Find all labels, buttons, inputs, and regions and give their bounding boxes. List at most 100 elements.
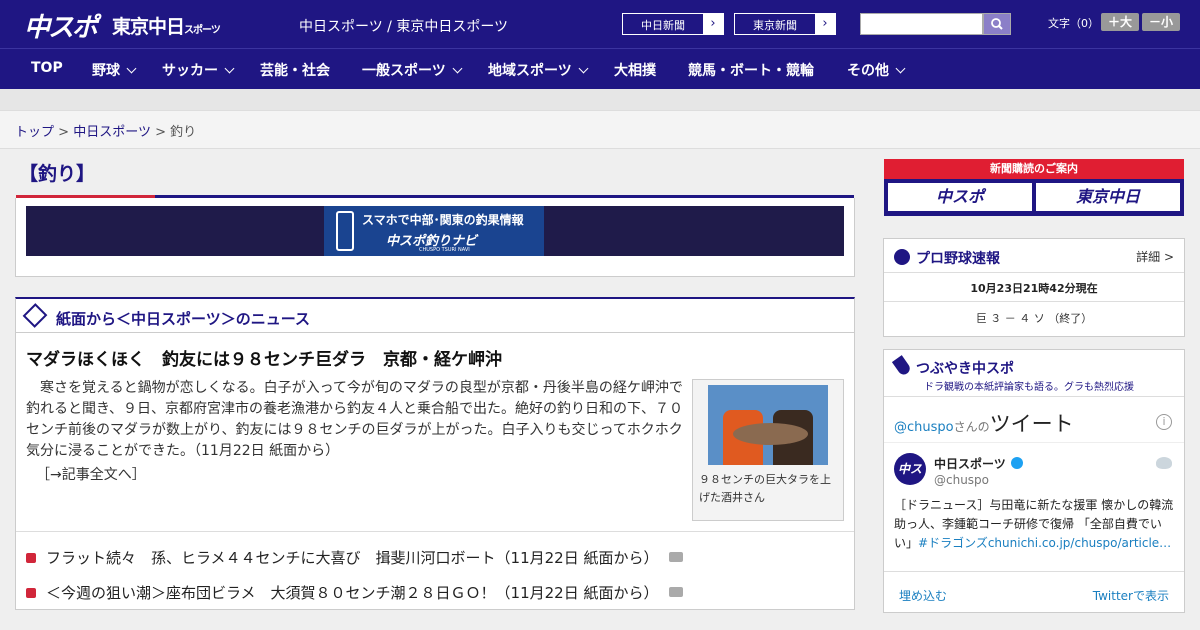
info-icon[interactable]: i (1156, 414, 1172, 430)
nav-top[interactable]: TOP (31, 60, 63, 76)
photo-fish (733, 423, 808, 445)
nav-other[interactable]: その他 (847, 60, 906, 80)
tokyo-logo-text: 東京中日 (112, 16, 185, 38)
nav-label: TOP (31, 60, 63, 76)
breadcrumb: トップ > 中日スポーツ > 釣り (0, 111, 1200, 149)
newspaper-icon (22, 303, 48, 328)
chevron-down-icon (452, 63, 463, 74)
nav-label: 大相撲 (614, 63, 656, 79)
pen-icon (891, 355, 913, 377)
chevron-down-icon (895, 63, 906, 74)
font-decrease-button[interactable]: －小 (1142, 13, 1180, 31)
baseball-icon (894, 249, 910, 265)
chevron-down-icon (224, 63, 235, 74)
twitter-bird-icon[interactable] (1156, 457, 1172, 469)
bullet-icon (26, 553, 36, 563)
site-title[interactable]: 中日スポーツ / 東京中日スポーツ (299, 16, 508, 36)
nav-label: 競馬・ボート・競輪 (688, 63, 814, 79)
baseball-scores-box: プロ野球速報 詳細 > 10月23日21時42分現在 巨 ３ － ４ ソ （終了… (883, 238, 1185, 337)
subscribe-tokyo-button[interactable]: 東京中日 (1036, 183, 1180, 211)
banner-line1: スマホで中部･関東の釣果情報 (362, 213, 524, 227)
nav-label: 地域スポーツ (488, 63, 572, 79)
tweet-hashtag-link[interactable]: #ドラゴンズchunichi.co.jp/chuspo/article… (918, 536, 1171, 550)
news-list-text: フラット続々 孫、ヒラメ４４センチに大喜び 揖斐川河口ボート（11月22日 紙面… (46, 549, 659, 567)
search-icon (991, 18, 1003, 30)
tweet-author-id[interactable]: @chuspo (934, 473, 989, 487)
breadcrumb-separator: > (155, 125, 166, 140)
twitter-box: つぶやき中スポ ドラ観戦の本紙評論家も語る。グラも熱烈応援 @chuspoさんの… (883, 349, 1185, 613)
camera-icon (668, 587, 683, 597)
nav-regional-sports[interactable]: 地域スポーツ (488, 60, 589, 80)
tokyo-chunichi-logo[interactable]: 東京中日スポーツ (112, 12, 221, 39)
tsuri-navi-banner[interactable]: スマホで中部･関東の釣果情報 中スポ釣りナビ CHUSPO TSURI NAVI (26, 206, 844, 256)
nav-general-sports[interactable]: 一般スポーツ (362, 60, 463, 80)
baseball-detail-link[interactable]: 詳細 > (1136, 248, 1174, 265)
breadcrumb-section[interactable]: 中日スポーツ (73, 125, 151, 140)
ext-link-label: 中日新聞 (641, 19, 685, 32)
search-input[interactable] (860, 13, 983, 35)
tweet-author-name[interactable]: 中日スポーツ (934, 455, 1023, 472)
title-backdrop (15, 159, 855, 198)
baseball-timestamp: 10月23日21時42分現在 (970, 282, 1098, 295)
timeline-header: @chuspoさんのツイート (894, 408, 1074, 438)
chevron-down-icon (578, 63, 589, 74)
main-nav: TOP 野球 サッカー 芸能・社会 一般スポーツ 地域スポーツ 大相撲 競馬・ボ… (0, 48, 1200, 89)
nav-spacer (0, 89, 1200, 111)
read-more-link[interactable]: ［→記事全文へ］ (36, 464, 146, 484)
news-list-item[interactable]: ＜今週の狙い潮＞座布団ビラメ 大須賀８０センチ潮２８日ＧＯ！（11月22日 紙面… (26, 582, 683, 603)
smartphone-icon (336, 211, 354, 251)
subscription-banner[interactable]: 新聞購読のご案内 中スポ 東京中日 (884, 159, 1184, 216)
page-title-box: 【釣り】 スマホで中部･関東の釣果情報 中スポ釣りナビ CHUSPO TSURI… (15, 159, 855, 277)
divider (884, 571, 1184, 572)
view-on-twitter-link[interactable]: Twitterで表示 (1093, 587, 1169, 604)
subscribe-chuspo-button[interactable]: 中スポ (888, 183, 1032, 211)
article-photo-box[interactable]: ９８センチの巨大タラを上げた酒井さん (692, 379, 844, 521)
breadcrumb-separator: > (58, 125, 70, 140)
timeline-title: ツイート (989, 412, 1074, 436)
divider (884, 442, 1184, 443)
nav-entertainment[interactable]: 芸能・社会 (260, 60, 330, 80)
divider (16, 531, 854, 532)
banner-line3: CHUSPO TSURI NAVI (419, 247, 470, 253)
divider (884, 272, 1184, 273)
embed-link[interactable]: 埋め込む (899, 587, 947, 604)
baseball-score[interactable]: 巨 ３ － ４ ソ （終了） (884, 310, 1184, 326)
verified-badge-icon (1010, 457, 1023, 469)
nav-sumo[interactable]: 大相撲 (614, 60, 656, 80)
bullet-icon (26, 588, 36, 598)
title-underline-accent (16, 195, 155, 198)
nav-soccer[interactable]: サッカー (162, 60, 235, 80)
nav-label: その他 (847, 63, 889, 79)
font-size-label: 文字（0） (1048, 17, 1099, 30)
news-list-item[interactable]: フラット続々 孫、ヒラメ４４センチに大喜び 揖斐川河口ボート（11月22日 紙面… (26, 547, 683, 568)
nav-baseball[interactable]: 野球 (92, 60, 137, 80)
site-header: 中スポ 東京中日スポーツ 中日スポーツ / 東京中日スポーツ 中日新聞 › 東京… (0, 0, 1200, 48)
news-box: 紙面から＜中日スポーツ＞のニュース マダラほくほく 釣友には９８センチ巨ダラ 京… (15, 297, 855, 610)
chevron-down-icon (126, 63, 137, 74)
twitter-box-title: つぶやき中スポ (916, 361, 1014, 377)
ext-link-label: 東京新聞 (753, 19, 797, 32)
twitter-box-subtitle: ドラ観戦の本紙評論家も語る。グラも熱烈応援 (924, 382, 1134, 393)
nav-label: 野球 (92, 63, 120, 79)
divider (884, 301, 1184, 302)
timeline-handle-suffix: さんの (953, 420, 990, 434)
avatar[interactable]: 中スポ (894, 453, 926, 508)
tokyo-shimbun-link[interactable]: 東京新聞 › (734, 13, 836, 35)
font-increase-button[interactable]: ＋大 (1101, 13, 1139, 31)
news-list-text: ＜今週の狙い潮＞座布団ビラメ 大須賀８０センチ潮２８日ＧＯ！（11月22日 紙面… (46, 584, 659, 602)
breadcrumb-top[interactable]: トップ (15, 125, 54, 140)
search-button[interactable] (983, 13, 1011, 35)
camera-icon (668, 552, 683, 562)
breadcrumb-current: 釣り (170, 125, 197, 140)
photo-caption: ９８センチの巨大タラを上げた酒井さん (699, 473, 831, 504)
article-headline[interactable]: マダラほくほく 釣友には９８センチ巨ダラ 京都・経ケ岬沖 (26, 345, 502, 370)
account-name: 中日スポーツ (934, 457, 1006, 471)
nav-keiba[interactable]: 競馬・ボート・競輪 (688, 60, 814, 80)
baseball-title: プロ野球速報 (916, 251, 1000, 267)
page-title: 【釣り】 (19, 163, 96, 185)
chuspo-logo[interactable]: 中スポ (24, 7, 98, 44)
chunichi-shimbun-link[interactable]: 中日新聞 › (622, 13, 724, 35)
timeline-handle[interactable]: @chuspo (894, 420, 954, 435)
tweet-text: ［ドラニュース］与田竜に新たな援軍 懐かしの韓流助っ人、李鍾範コーチ研修で復帰 … (894, 496, 1176, 553)
chevron-right-icon: › (815, 14, 835, 34)
